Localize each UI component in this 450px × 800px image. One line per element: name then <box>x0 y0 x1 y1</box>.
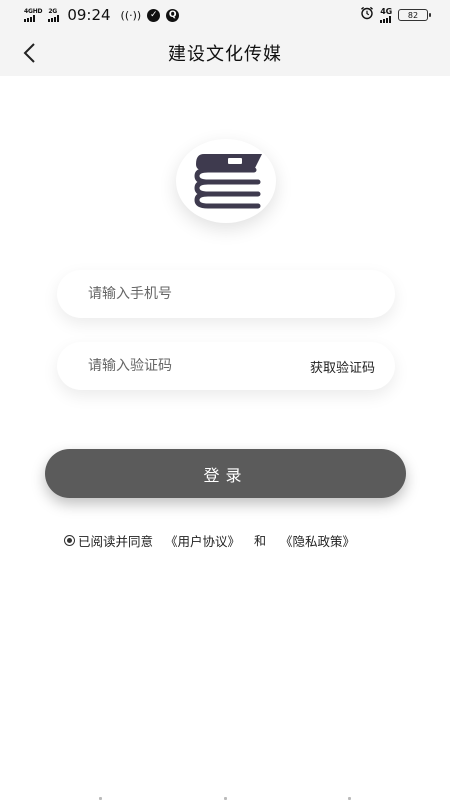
code-field: 获取验证码 <box>57 342 395 390</box>
login-button[interactable]: 登录 <box>45 449 406 498</box>
alarm-icon <box>360 6 374 24</box>
hotspot-icon: ((·)) <box>120 8 142 22</box>
page-title: 建设文化传媒 <box>168 44 282 65</box>
agreement-prefix: 已阅读并同意 <box>78 533 154 549</box>
status-time: 09:24 <box>67 6 111 24</box>
signal-bars-icon <box>48 14 60 22</box>
verification-code-input[interactable] <box>88 358 310 374</box>
nav-bar: 建设文化传媒 <box>0 30 450 76</box>
check-circle-icon: ✓ <box>147 8 161 22</box>
chevron-left-icon <box>23 43 35 63</box>
status-bar: 4GHD 2G 09:24 ((·)) ✓ Q 4G 82 <box>0 0 450 30</box>
status-left: 4GHD 2G 09:24 ((·)) ✓ Q <box>24 6 180 24</box>
user-agreement-link[interactable]: 《用户协议》 <box>165 531 240 550</box>
status-right: 4G 82 <box>360 6 431 24</box>
agreement-and: 和 <box>254 533 267 548</box>
signal-2: 2G <box>48 8 60 22</box>
back-button[interactable] <box>16 40 42 66</box>
agreement-row: 已阅读并同意 《用户协议》 和 《隐私政策》 <box>64 530 404 550</box>
signal-3: 4G <box>380 6 392 23</box>
signal-bars-icon <box>380 15 392 23</box>
signal-bars-icon <box>24 14 35 22</box>
phone-input[interactable] <box>88 286 375 302</box>
privacy-policy-link[interactable]: 《隐私政策》 <box>280 531 355 550</box>
phone-field <box>57 270 395 318</box>
book-stack-icon <box>194 154 262 209</box>
signal-1: 4GHD <box>24 8 43 22</box>
agree-radio[interactable] <box>64 534 75 546</box>
get-code-button[interactable]: 获取验证码 <box>310 357 375 376</box>
network-label-3: 4G <box>380 6 392 16</box>
app-logo <box>176 139 276 223</box>
battery-icon: 82 <box>398 9 431 21</box>
q-app-icon: Q <box>166 8 180 22</box>
